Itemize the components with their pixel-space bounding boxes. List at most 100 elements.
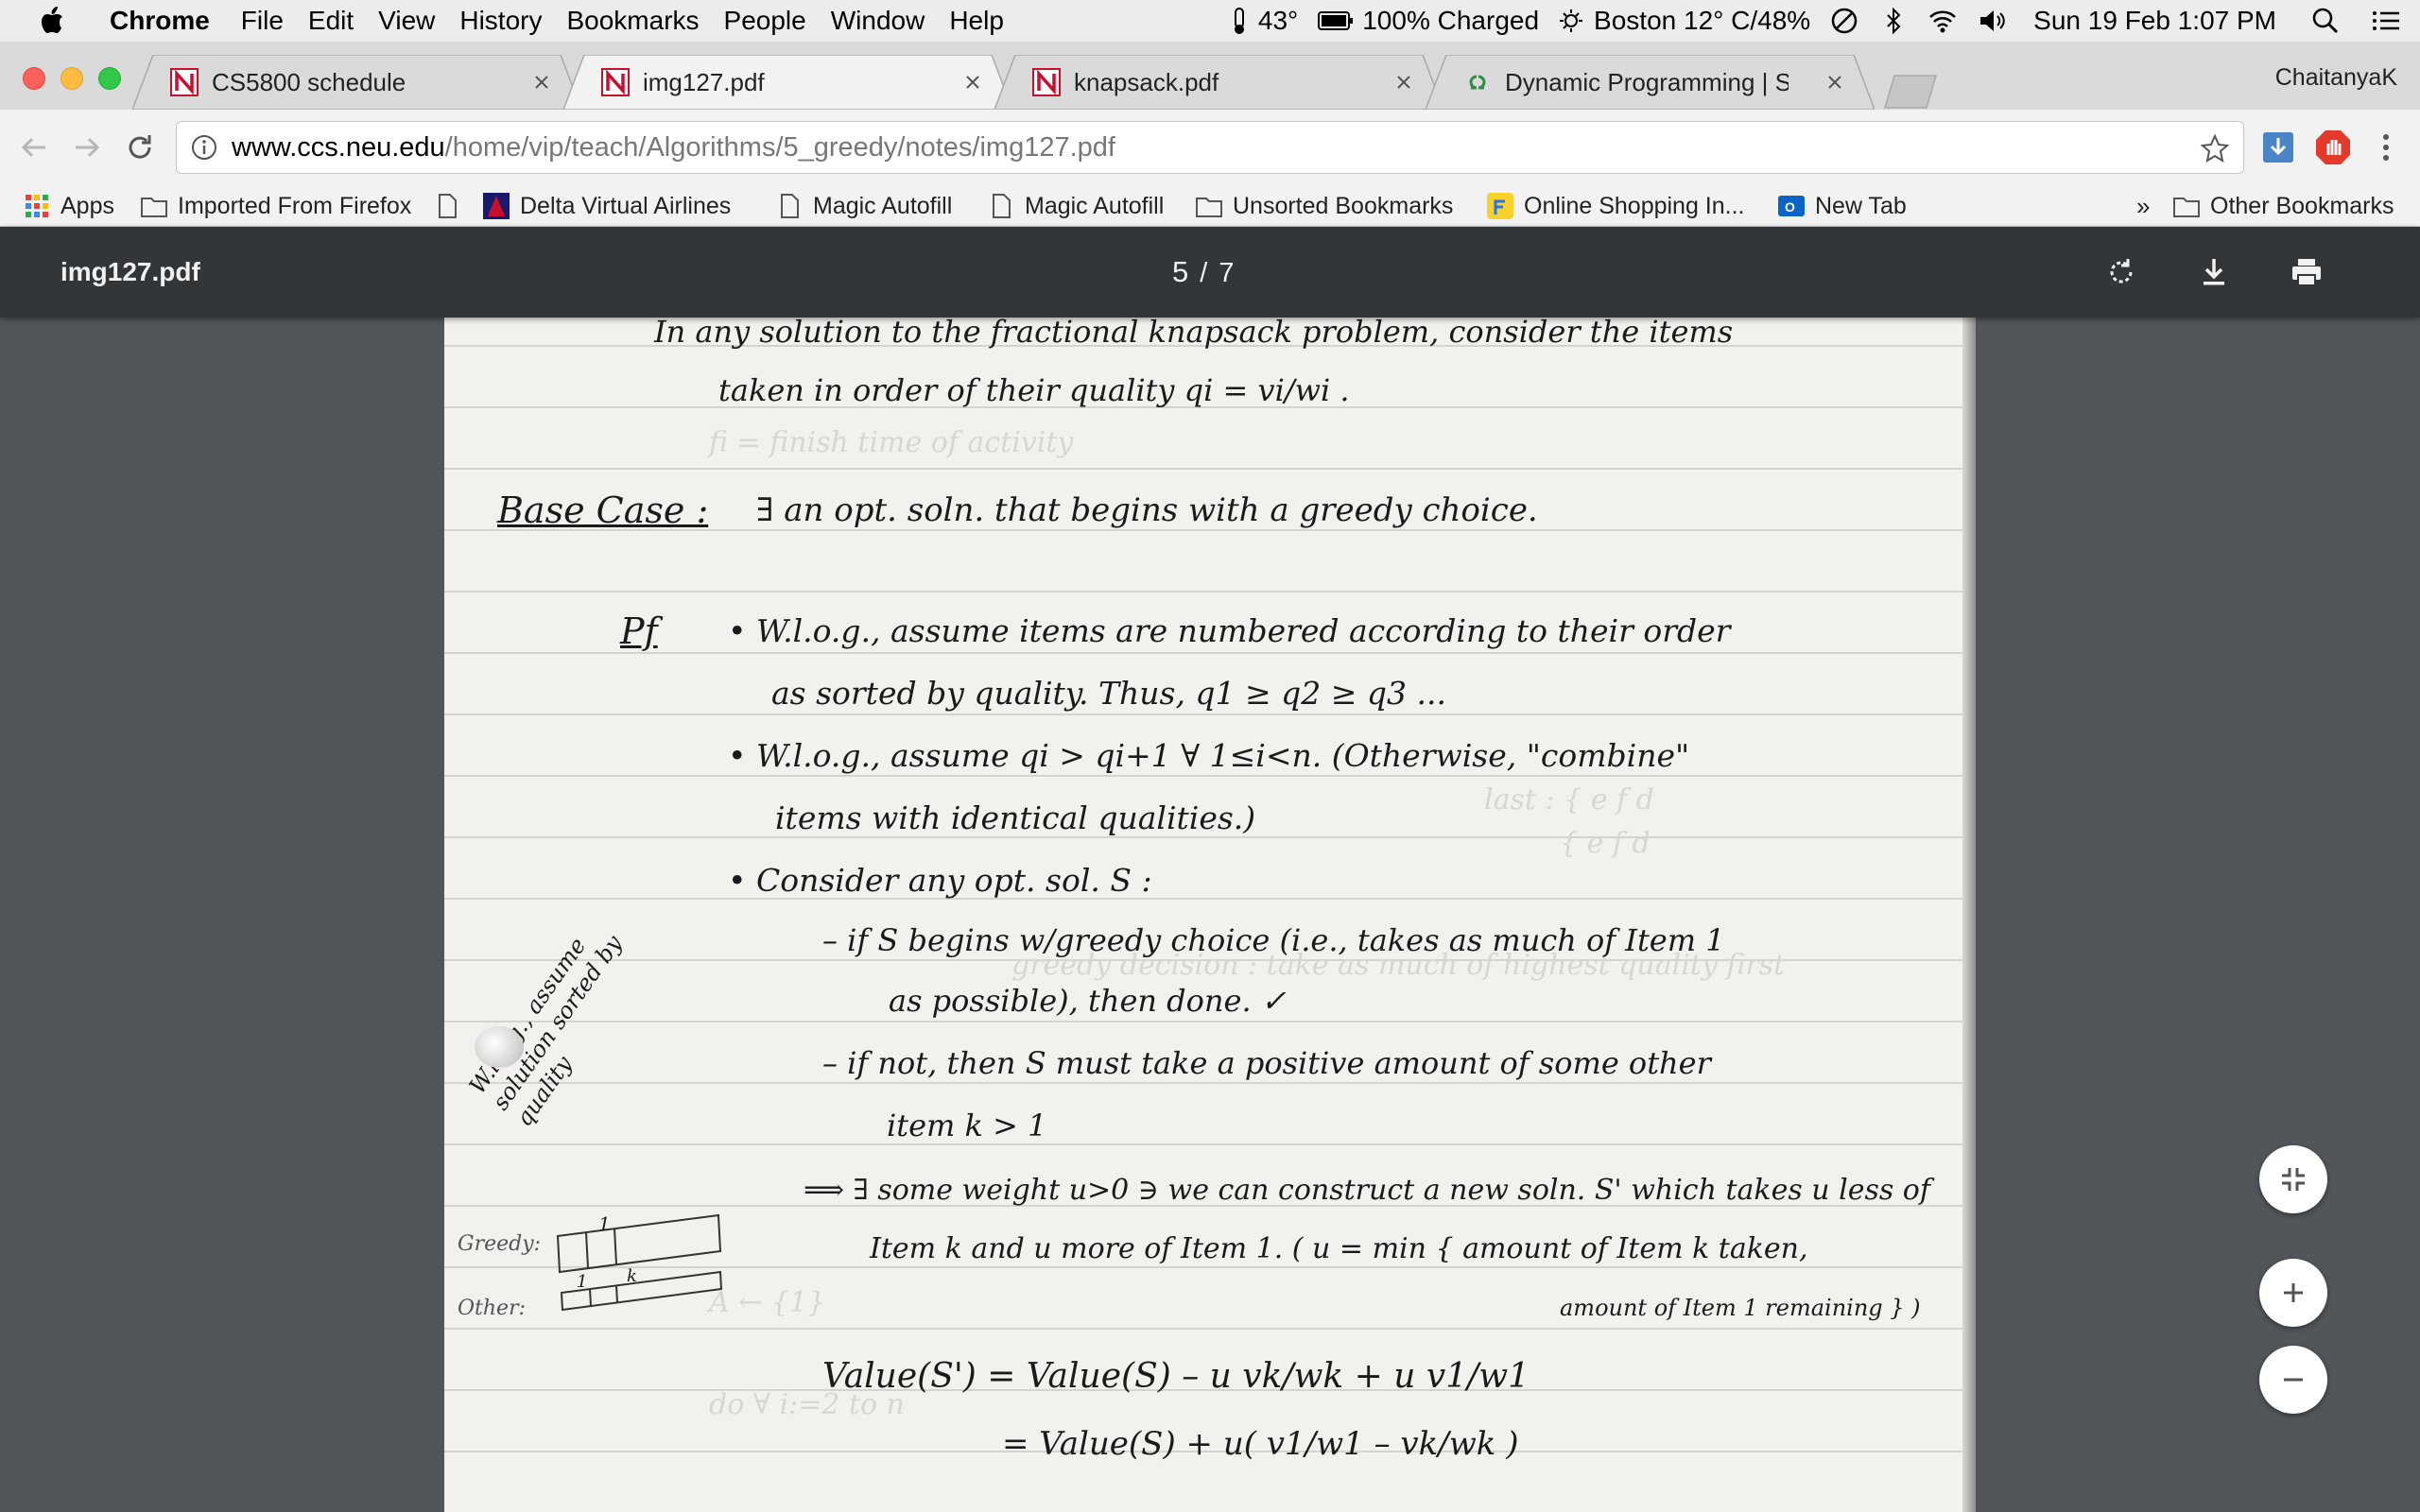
bookmark-magic-autofill-2[interactable]: Magic Autofill: [987, 185, 1164, 227]
profile-name[interactable]: ChaitanyaK: [2275, 64, 2397, 92]
info-icon[interactable]: [190, 133, 218, 162]
bookmark-apps[interactable]: Apps: [23, 185, 114, 227]
bookmark-other-bookmarks[interactable]: Other Bookmarks: [2172, 185, 2394, 227]
zoom-out-button[interactable]: [2259, 1346, 2327, 1414]
sketch-box-label: k: [627, 1266, 637, 1286]
forward-arrow-icon[interactable]: [68, 129, 106, 166]
chrome-menu-icon[interactable]: [2369, 130, 2403, 164]
temperature-value: 43°: [1257, 6, 1299, 35]
equation-line: = Value(S) + u( v1/w1 – vk/wk ): [1002, 1425, 1519, 1463]
menu-app-name[interactable]: Chrome: [100, 6, 229, 36]
notification-center-icon[interactable]: [2371, 6, 2401, 36]
url-host: www.ccs.neu.edu: [232, 131, 445, 163]
bookmark-label: Online Shopping In...: [1524, 192, 1745, 219]
rotate-icon[interactable]: [2100, 251, 2142, 293]
tab-img127-pdf[interactable]: img127.pdf: [563, 55, 1012, 110]
note-line: as sorted by quality. Thus, q1 ≥ q2 ≥ q3…: [771, 675, 1447, 712]
menu-history[interactable]: History: [447, 6, 554, 36]
temperature-status[interactable]: 43°: [1224, 6, 1298, 36]
weather-sun-icon: [1560, 9, 1583, 32]
note-line: – if S begins w/greedy choice (i.e., tak…: [822, 922, 1725, 958]
print-icon[interactable]: [2286, 251, 2327, 293]
bookmark-imported-from-firefox[interactable]: Imported From Firefox: [140, 185, 411, 227]
handwritten-notes: In any solution to the fractional knapsa…: [444, 318, 1976, 1512]
bookmark-label: Magic Autofill: [813, 192, 953, 219]
bookmark-label: Delta Virtual Airlines: [520, 192, 732, 219]
bluetooth-icon[interactable]: [1878, 6, 1909, 36]
battery-status[interactable]: 100% Charged: [1317, 6, 1539, 36]
spotlight-search-icon[interactable]: [2310, 6, 2341, 36]
download-extension-icon[interactable]: [2261, 130, 2295, 164]
apps-grid-icon: [26, 195, 48, 217]
note-line: Item k and u more of Item 1. ( u = min {…: [870, 1232, 1808, 1265]
tab-cs5800-schedule[interactable]: CS5800 schedule: [132, 55, 581, 110]
tab-strip: CS5800 schedule img127.pdf knapsack.pdf …: [0, 42, 2420, 110]
menu-bookmarks[interactable]: Bookmarks: [554, 6, 711, 36]
greedy-sketch-label: Greedy:: [458, 1232, 542, 1256]
note-line: amount of Item 1 remaining } ): [1560, 1295, 1921, 1321]
note-line: item k > 1: [887, 1108, 1047, 1143]
menu-file[interactable]: File: [229, 6, 296, 36]
bookmark-magic-autofill-1[interactable]: Magic Autofill: [775, 185, 952, 227]
battery-text: 100% Charged: [1362, 6, 1540, 35]
window-minimize-button[interactable]: [60, 67, 83, 90]
bookmark-unsorted-bookmarks[interactable]: Unsorted Bookmarks: [1195, 185, 1453, 227]
window-close-button[interactable]: [23, 67, 45, 90]
bookmark-star-icon[interactable]: [2200, 133, 2230, 163]
bookmark-label: Magic Autofill: [1025, 192, 1165, 219]
url-path: /home/vip/teach/Algorithms/5_greedy/note…: [444, 131, 1115, 163]
page-edge-shadow: [1962, 318, 1976, 1512]
address-bar[interactable]: www.ccs.neu.edu/home/vip/teach/Algorithm…: [176, 121, 2244, 174]
tab-close-icon[interactable]: [1824, 71, 1846, 94]
bookmark-label: Imported From Firefox: [178, 192, 412, 219]
note-line: • Consider any opt. sol. S :: [728, 862, 1152, 899]
status-area: 43° 100% Charged Boston 12° C/48% Sun 19…: [1224, 0, 2401, 42]
window-zoom-button[interactable]: [98, 67, 121, 90]
tab-close-icon[interactable]: [961, 71, 984, 94]
tab-close-icon[interactable]: [1392, 71, 1415, 94]
fit-to-page-button[interactable]: [2259, 1145, 2327, 1213]
note-line: as possible), then done. ✓: [889, 983, 1287, 1019]
page-icon: [781, 194, 799, 218]
bookmark-new-tab[interactable]: O New Tab: [1777, 185, 1907, 227]
page-separator: /: [1200, 258, 1208, 288]
apple-icon[interactable]: [34, 2, 72, 40]
adblock-extension-icon[interactable]: [2314, 129, 2352, 166]
menu-window[interactable]: Window: [819, 6, 938, 36]
menu-people[interactable]: People: [712, 6, 819, 36]
menu-view[interactable]: View: [366, 6, 447, 36]
current-page-input[interactable]: 5: [1172, 255, 1188, 289]
do-not-disturb-icon[interactable]: [1829, 6, 1859, 36]
bookmarks-overflow-chevron[interactable]: »: [2136, 185, 2150, 227]
weather-status[interactable]: Boston 12° C/48%: [1558, 6, 1810, 36]
tab-title: knapsack.pdf: [1074, 67, 1219, 96]
back-arrow-icon[interactable]: [15, 129, 53, 166]
tab-close-icon[interactable]: [530, 71, 553, 94]
clock[interactable]: Sun 19 Feb 1:07 PM: [2033, 6, 2276, 36]
reload-icon[interactable]: [121, 129, 159, 166]
wifi-icon[interactable]: [1927, 6, 1958, 36]
tab-knapsack-pdf[interactable]: knapsack.pdf: [994, 55, 1443, 110]
pdf-viewer-toolbar: img127.pdf 5 / 7: [0, 227, 2420, 318]
sketch-box-label: 1: [577, 1272, 588, 1292]
base-case-heading: Base Case :: [497, 490, 709, 531]
total-pages: 7: [1219, 258, 1235, 288]
page-icon: [993, 194, 1011, 218]
new-tab-button[interactable]: [1881, 74, 1942, 110]
bookmark-delta-virtual-airlines[interactable]: Delta Virtual Airlines: [482, 185, 731, 227]
bookmark-online-shopping[interactable]: Online Shopping In...: [1486, 185, 1745, 227]
note-line: – if not, then S must take a positive am…: [822, 1045, 1711, 1081]
menu-edit[interactable]: Edit: [296, 6, 366, 36]
proof-label: Pf: [620, 610, 658, 652]
bookmark-untitled-page[interactable]: [433, 185, 471, 227]
zoom-in-button[interactable]: [2259, 1259, 2327, 1327]
menu-help[interactable]: Help: [937, 6, 1016, 36]
battery-icon: [1318, 11, 1354, 30]
note-line: ⟹ ∃ some weight u>0 ∋ we can construct a…: [804, 1174, 1930, 1207]
tab-dynamic-programming[interactable]: Dynamic Programming | Set 1(: [1426, 55, 1875, 110]
note-line: taken in order of their quality qi = vi/…: [718, 372, 1350, 408]
volume-icon[interactable]: [1977, 6, 2007, 36]
browser-toolbar: www.ccs.neu.edu/home/vip/teach/Algorithm…: [0, 110, 2420, 185]
download-icon[interactable]: [2193, 251, 2235, 293]
northeastern-logo-icon: [1032, 68, 1061, 96]
